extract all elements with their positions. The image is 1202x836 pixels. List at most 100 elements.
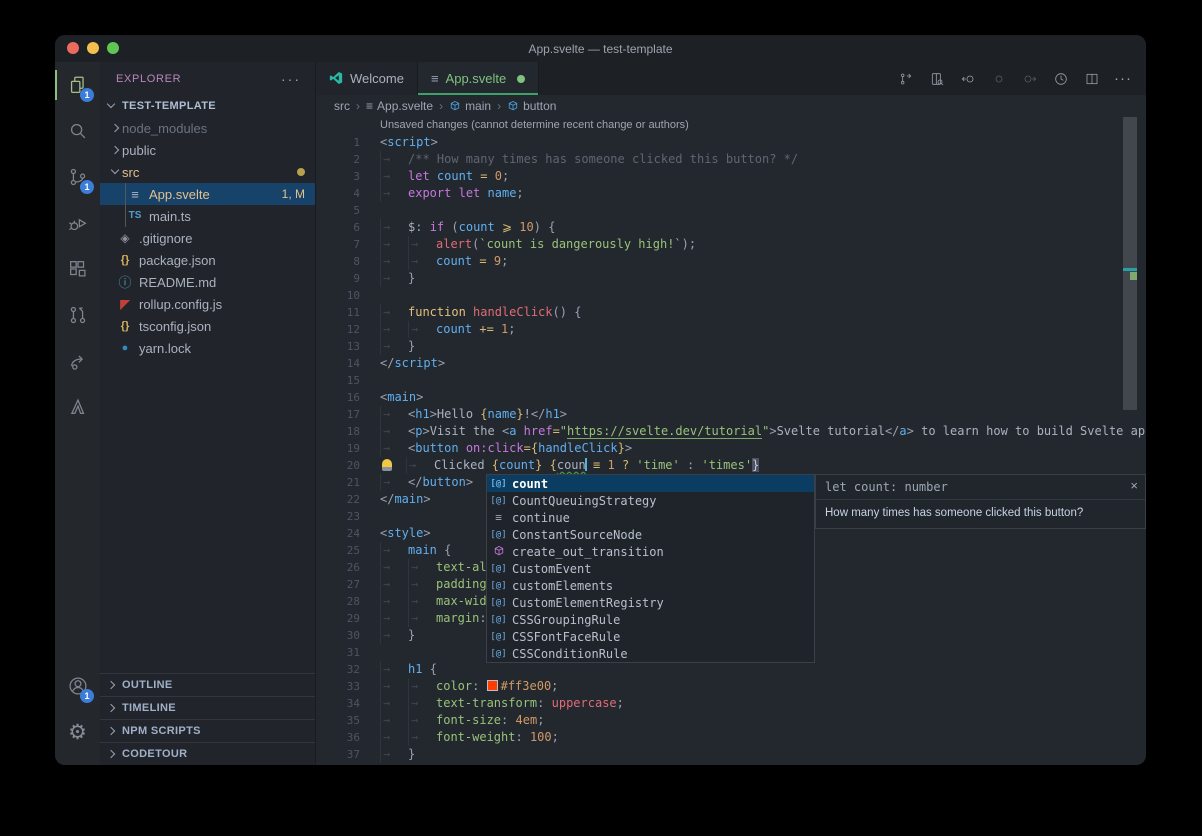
activitybar-settings-button[interactable]: ⚙ <box>55 709 100 755</box>
code-line-18[interactable]: 18→<p>Visit the <a href="https://svelte.… <box>316 423 1146 440</box>
activitybar-accounts-button[interactable]: 1 <box>55 663 100 709</box>
split-editor-icon[interactable] <box>1083 70 1101 88</box>
suggest-item-label: customElements <box>512 579 613 593</box>
breadcrumb-button[interactable]: button <box>507 99 556 113</box>
code-line-12[interactable]: 12→→count += 1; <box>316 321 1146 338</box>
dirty-indicator[interactable] <box>517 75 525 83</box>
close-icon[interactable]: × <box>1130 479 1138 492</box>
code-line-19[interactable]: 19→<button on:click={handleClick}> <box>316 440 1146 457</box>
breadcrumb-separator: › <box>439 99 443 113</box>
suggest-item-cssfontfacerule[interactable]: [@]CSSFontFaceRule <box>487 628 814 645</box>
next-change-icon[interactable] <box>1021 70 1039 88</box>
activitybar-run-and-debug-button[interactable] <box>55 200 100 246</box>
color-swatch[interactable] <box>487 680 498 691</box>
code-line-1[interactable]: 1<script> <box>316 134 1146 151</box>
problems-modified-badge: 1, M <box>282 187 305 201</box>
tree-item-yarn-lock[interactable]: ●yarn.lock <box>100 337 315 359</box>
symbol-variable-icon: [@] <box>490 598 507 608</box>
breadcrumb-main[interactable]: main <box>449 99 491 113</box>
breadcrumb-app-svelte[interactable]: ≡App.svelte <box>366 99 433 113</box>
editor-scrollbar[interactable] <box>1123 117 1137 410</box>
code-line-10[interactable]: 10 <box>316 287 1146 304</box>
open-changes-icon[interactable] <box>928 70 946 88</box>
suggest-item-count[interactable]: [@]count <box>487 475 814 492</box>
code-line-11[interactable]: 11→function handleClick() { <box>316 304 1146 321</box>
suggest-item-cssconditionrule[interactable]: [@]CSSConditionRule <box>487 645 814 662</box>
code-line-7[interactable]: 7→→alert(`count is dangerously high!`); <box>316 236 1146 253</box>
search-icon <box>67 120 89 142</box>
file-icon-info: ⓘ <box>116 276 134 289</box>
project-root-row[interactable]: TEST-TEMPLATE <box>100 95 315 117</box>
tree-item-package-json[interactable]: {}package.json <box>100 249 315 271</box>
tab-welcome[interactable]: Welcome <box>316 62 418 95</box>
code-line-17[interactable]: 17→<h1>Hello {name}!</h1> <box>316 406 1146 423</box>
activitybar-extensions-button[interactable] <box>55 246 100 292</box>
activitybar-source-control-button[interactable]: 1 <box>55 154 100 200</box>
tree-item-readme-md[interactable]: ⓘREADME.md <box>100 271 315 293</box>
suggest-item-customelements[interactable]: [@]customElements <box>487 577 814 594</box>
code-line-36[interactable]: 36→→font-weight: 100; <box>316 729 1146 746</box>
code-line-20[interactable]: 20→Clicked {count} {coun ≡ 1 ? 'time' : … <box>316 457 1146 474</box>
suggest-list: [@]count[@]CountQueuingStrategy≡continue… <box>486 474 815 663</box>
close-window-button[interactable] <box>67 42 79 54</box>
tree-item-rollup-config-js[interactable]: ◤rollup.config.js <box>100 293 315 315</box>
more-actions-icon[interactable]: ··· <box>1114 70 1132 88</box>
code-line-6[interactable]: 6→$: if (count ⩾ 10) { <box>316 219 1146 236</box>
panel-outline[interactable]: OUTLINE <box>100 673 315 696</box>
line-content: →<h1>Hello {name}!</h1> <box>380 406 567 423</box>
suggest-item-countqueuingstrategy[interactable]: [@]CountQueuingStrategy <box>487 492 814 509</box>
suggest-item-constantsourcenode[interactable]: [@]ConstantSourceNode <box>487 526 814 543</box>
breadcrumb-src[interactable]: src <box>334 99 350 113</box>
explorer-more-actions-icon[interactable]: ··· <box>281 71 301 87</box>
suggest-item-customelementregistry[interactable]: [@]CustomElementRegistry <box>487 594 814 611</box>
code-editor[interactable]: Unsaved changes (cannot determine recent… <box>316 117 1146 765</box>
tree-item-src[interactable]: src <box>100 161 315 183</box>
source-control-compare-icon[interactable] <box>897 70 915 88</box>
activitybar-search-button[interactable] <box>55 108 100 154</box>
code-line-15[interactable]: 15 <box>316 372 1146 389</box>
activitybar-explorer-button[interactable]: 1 <box>55 62 100 108</box>
code-line-35[interactable]: 35→→font-size: 4em; <box>316 712 1146 729</box>
panel-codetour[interactable]: CODETOUR <box>100 742 315 765</box>
suggest-item-create_out_transition[interactable]: create_out_transition <box>487 543 814 560</box>
tab-app-svelte[interactable]: ≡App.svelte <box>418 62 539 95</box>
code-line-34[interactable]: 34→→text-transform: uppercase; <box>316 695 1146 712</box>
code-line-8[interactable]: 8→→count = 9; <box>316 253 1146 270</box>
suggest-docs-panel: × let count: number How many times has s… <box>815 474 1146 529</box>
tree-item--gitignore[interactable]: ◈.gitignore <box>100 227 315 249</box>
current-change-icon[interactable] <box>990 70 1008 88</box>
tree-item-public[interactable]: public <box>100 139 315 161</box>
tree-item-tsconfig-json[interactable]: {}tsconfig.json <box>100 315 315 337</box>
line-number: 29 <box>316 610 380 627</box>
minimize-window-button[interactable] <box>87 42 99 54</box>
activitybar-azure-button[interactable] <box>55 384 100 430</box>
zoom-window-button[interactable] <box>107 42 119 54</box>
code-line-13[interactable]: 13→} <box>316 338 1146 355</box>
code-line-4[interactable]: 4→export let name; <box>316 185 1146 202</box>
line-number: 27 <box>316 576 380 593</box>
suggest-item-continue[interactable]: ≡continue <box>487 509 814 526</box>
code-line-16[interactable]: 16<main> <box>316 389 1146 406</box>
panel-timeline[interactable]: TIMELINE <box>100 696 315 719</box>
previous-change-icon[interactable] <box>959 70 977 88</box>
tree-item-node-modules[interactable]: node_modules <box>100 117 315 139</box>
code-line-14[interactable]: 14</script> <box>316 355 1146 372</box>
activitybar-live-share-button[interactable] <box>55 338 100 384</box>
code-line-2[interactable]: 2→/** How many times has someone clicked… <box>316 151 1146 168</box>
tree-item-app-svelte[interactable]: ≡App.svelte1, M <box>100 183 315 205</box>
codelens-unsaved-changes[interactable]: Unsaved changes (cannot determine recent… <box>316 117 1146 134</box>
code-line-33[interactable]: 33→→color: #ff3e00; <box>316 678 1146 695</box>
lightbulb-quickfix-icon[interactable] <box>380 457 406 474</box>
activitybar-github-pull-requests-button[interactable] <box>55 292 100 338</box>
suggest-item-customevent[interactable]: [@]CustomEvent <box>487 560 814 577</box>
panel-npm-scripts[interactable]: NPM SCRIPTS <box>100 719 315 742</box>
code-line-37[interactable]: 37→} <box>316 746 1146 763</box>
tree-item-main-ts[interactable]: TSmain.ts <box>100 205 315 227</box>
code-line-5[interactable]: 5 <box>316 202 1146 219</box>
code-line-32[interactable]: 32→h1 { <box>316 661 1146 678</box>
code-line-3[interactable]: 3→let count = 0; <box>316 168 1146 185</box>
code-line-9[interactable]: 9→} <box>316 270 1146 287</box>
tree-item-label: node_modules <box>122 121 207 136</box>
suggest-item-cssgroupingrule[interactable]: [@]CSSGroupingRule <box>487 611 814 628</box>
timeline-icon[interactable] <box>1052 70 1070 88</box>
